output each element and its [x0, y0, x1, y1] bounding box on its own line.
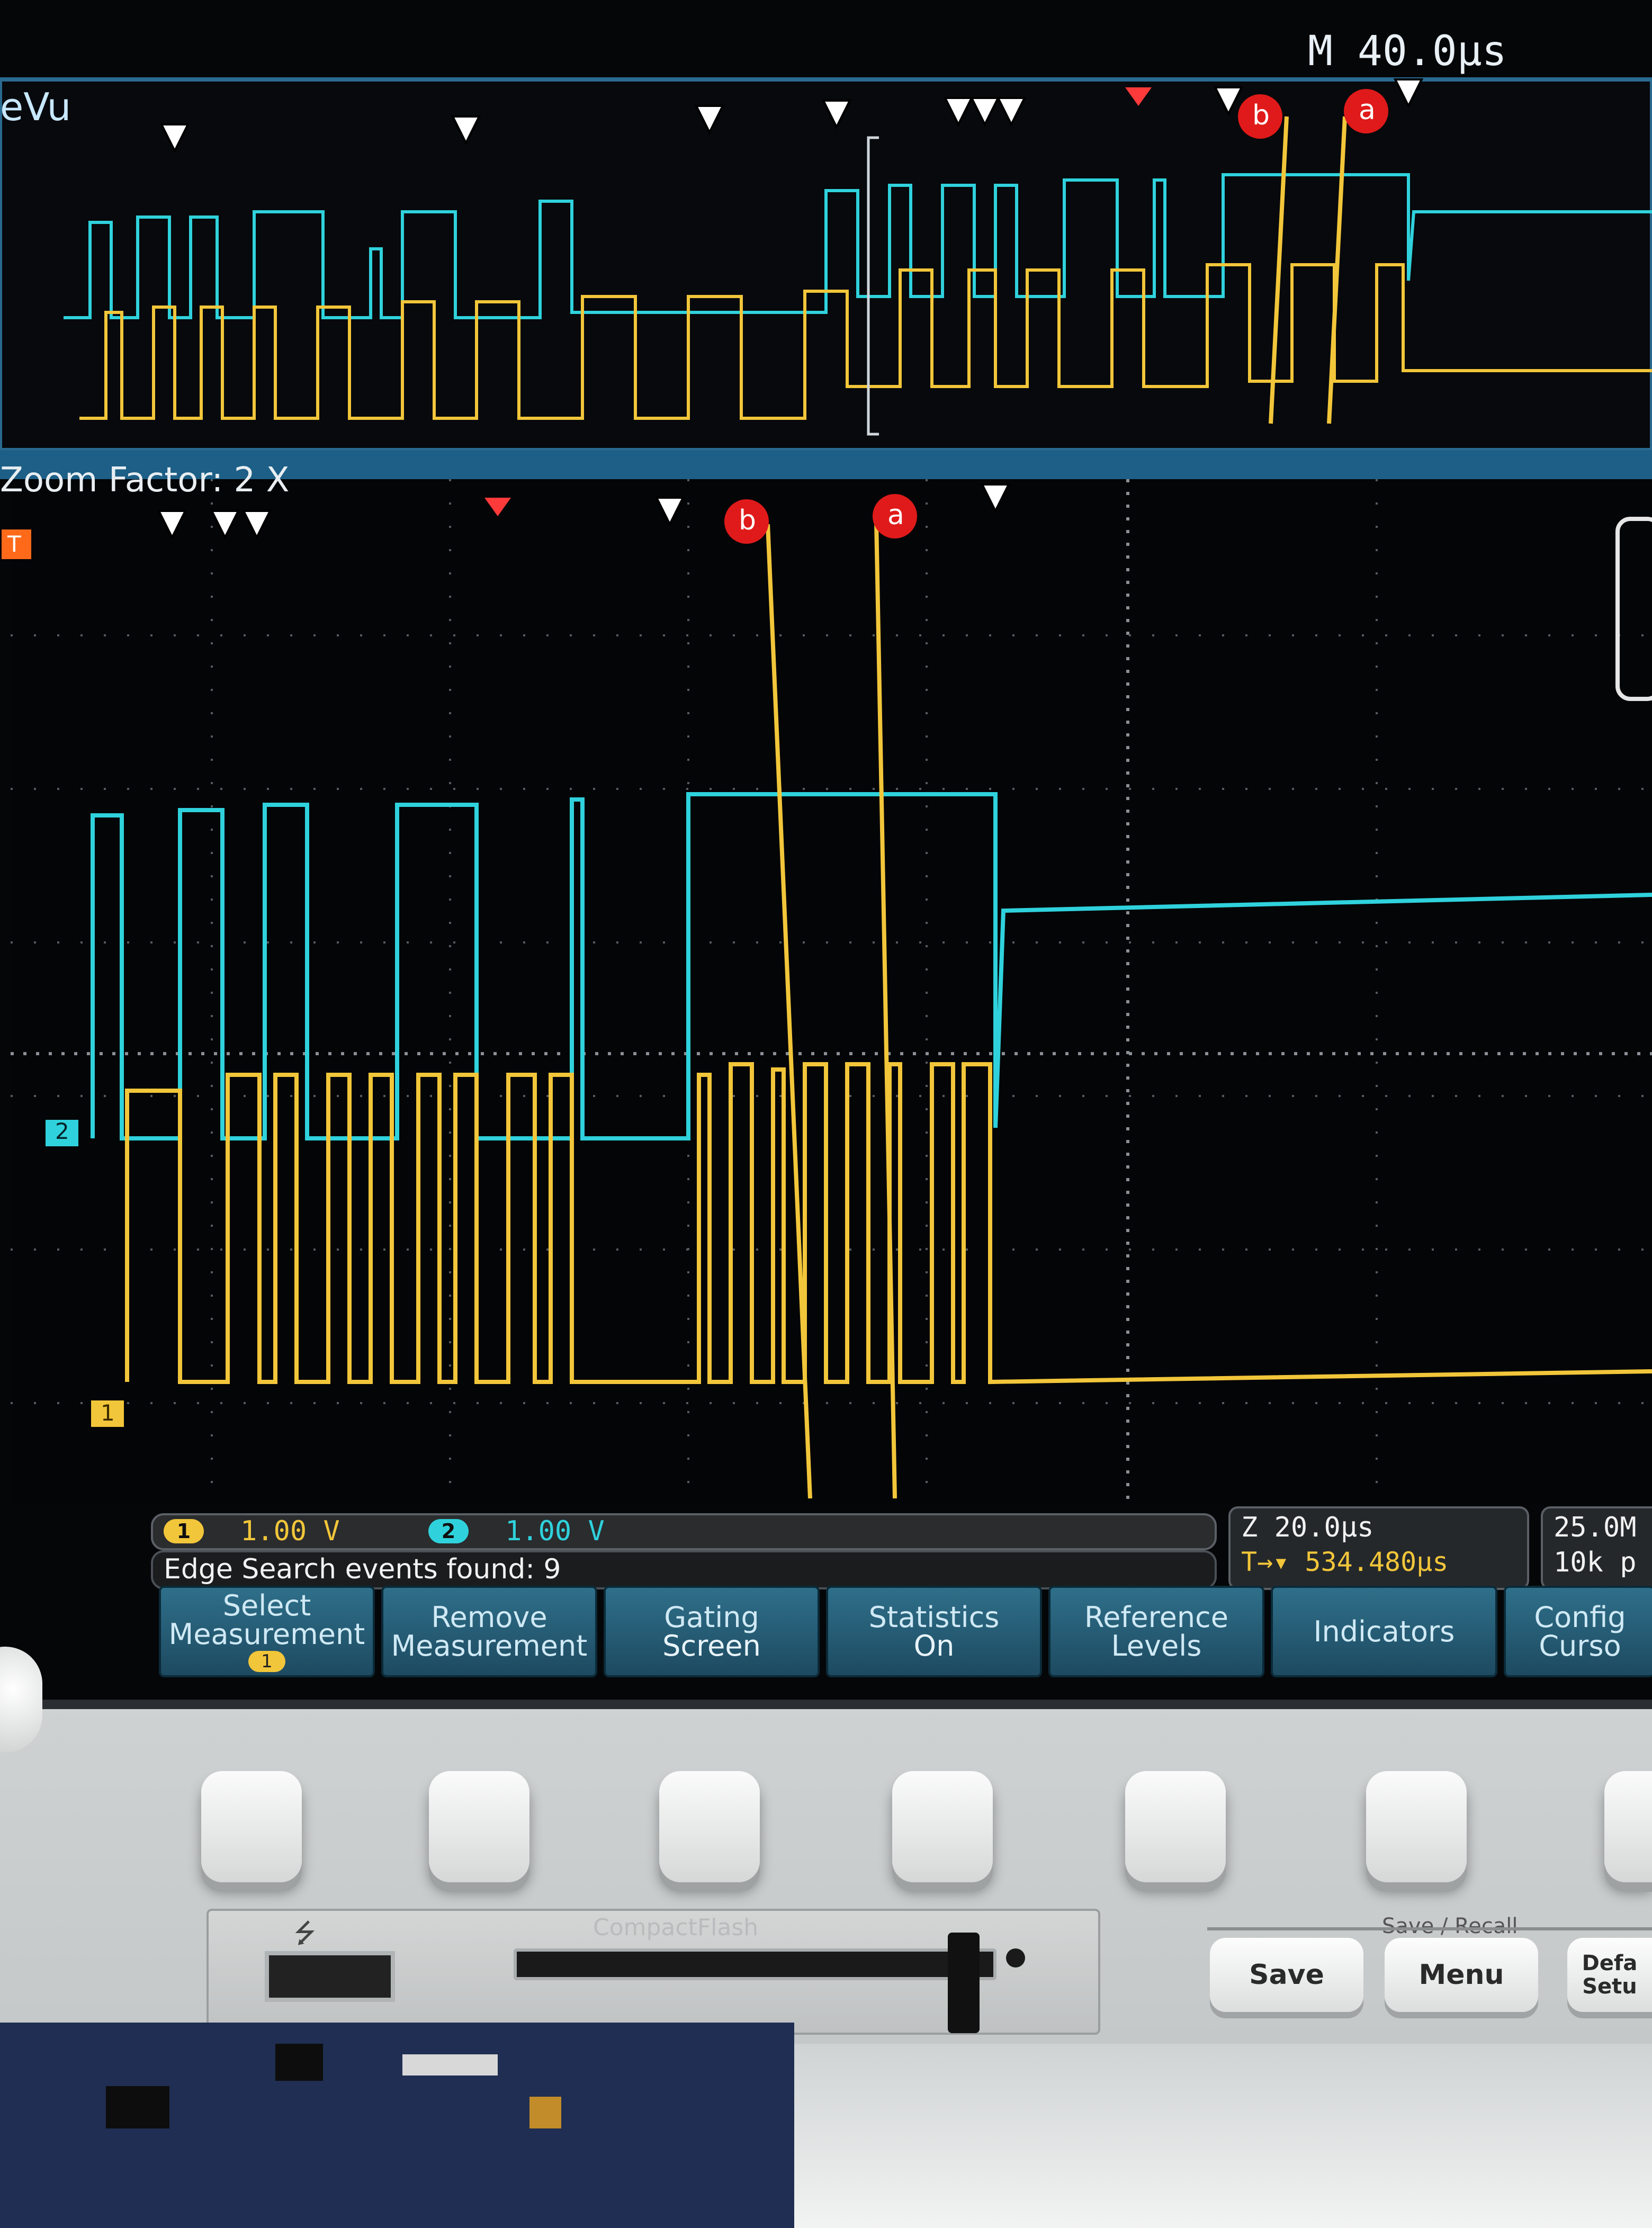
menu-reference-levels-label: Reference Levels	[1084, 1600, 1228, 1663]
ch1-badge: 1	[164, 1519, 204, 1543]
board-sma-connector	[529, 2097, 561, 2128]
zoom-cursor-a-label: a	[887, 499, 904, 531]
cf-activity-led	[1006, 1948, 1025, 1968]
menu-remove-measurement[interactable]: Remove Measurement	[381, 1586, 597, 1677]
overview-cursor-b-label: b	[1252, 100, 1270, 131]
usb-icon: ⭍	[294, 1918, 316, 1948]
menu-reference-levels[interactable]: Reference Levels	[1048, 1586, 1264, 1677]
menu-configure-cursors[interactable]: Config Curso	[1504, 1586, 1652, 1677]
wavevu-label: eVu	[0, 85, 71, 129]
search-events-bar: Edge Search events found: 9	[151, 1550, 1217, 1589]
bezel-button-1[interactable]	[201, 1771, 302, 1882]
zoom-timebase-box: Z 20.0μs T→▾ 534.480μs	[1228, 1506, 1529, 1590]
menu-gating-label: Gating	[664, 1600, 759, 1634]
save-recall-rule	[1207, 1927, 1652, 1930]
ch2-badge: 2	[428, 1519, 469, 1543]
menu-remove-measurement-label: Remove Measurement	[391, 1600, 588, 1663]
zoom-cursor-b-label: b	[739, 505, 757, 536]
desk-surface	[794, 2044, 1652, 2228]
zoom-graticule-area	[11, 479, 1652, 1504]
usb-port[interactable]	[265, 1951, 395, 2002]
trigger-offset-readout: T→▾ 534.480μs	[1241, 1547, 1449, 1577]
menu-indicators-label: Indicators	[1313, 1614, 1455, 1648]
ch2-scale-readout: 1.00 V	[505, 1515, 605, 1547]
search-events-readout: Edge Search events found: 9	[164, 1553, 561, 1585]
board-chip-1	[106, 2086, 169, 2128]
save-recall-label: Save / Recall	[1382, 1914, 1518, 1938]
scope-waveform-svg	[0, 77, 1652, 1504]
channel-scale-bar: 1 1.00 V 2 1.00 V	[151, 1513, 1217, 1550]
compactflash-label: CompactFlash	[593, 1914, 759, 1941]
menu-statistics[interactable]: Statistics On	[826, 1586, 1042, 1677]
ch2-marker-label: 2	[55, 1118, 69, 1144]
compactflash-slot[interactable]	[514, 1948, 996, 1980]
zoom-scale-readout: Z 20.0μs	[1241, 1512, 1374, 1543]
menu-statistics-label: Statistics	[868, 1600, 1000, 1634]
menu-gating[interactable]: Gating Screen	[604, 1586, 820, 1677]
compactflash-eject-lever[interactable]	[948, 1933, 980, 2033]
menu-select-measurement[interactable]: Select Measurement 1	[159, 1586, 375, 1677]
bezel-button-7[interactable]	[1604, 1771, 1652, 1882]
menu-configure-cursors-label: Config Curso	[1534, 1600, 1626, 1663]
bezel-button-5[interactable]	[1125, 1771, 1226, 1882]
bezel-button-4[interactable]	[892, 1771, 993, 1882]
overview-cursor-a-label: a	[1359, 94, 1376, 126]
menu-indicators[interactable]: Indicators	[1271, 1586, 1497, 1677]
circuit-board	[0, 2023, 794, 2228]
menu-gating-value: Screen	[662, 1629, 761, 1663]
ch1-scale-readout: 1.00 V	[240, 1515, 340, 1547]
bezel-button-2[interactable]	[429, 1771, 529, 1882]
default-setup-button[interactable]: Defa Setu	[1567, 1938, 1652, 2012]
bezel-button-3[interactable]	[659, 1771, 760, 1882]
menu-select-measurement-badge: 1	[248, 1650, 285, 1672]
save-button[interactable]: Save	[1210, 1938, 1363, 2012]
timebase-readout: M 40.0μs	[1308, 28, 1507, 75]
ch1-marker-label: 1	[101, 1400, 115, 1426]
scope-screen: M 40.0μs eVu Zoom Factor: 2 X T 2 1 b a …	[0, 0, 1652, 1709]
recall-menu-button[interactable]: Menu	[1385, 1938, 1538, 2012]
sample-rate-readout: 25.0M	[1554, 1512, 1637, 1543]
menu-statistics-value: On	[913, 1629, 955, 1663]
trigger-marker-label: T	[7, 531, 21, 557]
menu-select-measurement-label: Select Measurement	[168, 1588, 365, 1651]
record-length-readout: 10k p	[1554, 1547, 1637, 1578]
board-connector	[402, 2054, 498, 2076]
board-chip-2	[275, 2044, 323, 2081]
zoom-factor-label: Zoom Factor: 2 X	[0, 461, 290, 500]
acquisition-box: 25.0M 10k p	[1541, 1506, 1652, 1590]
bezel-button-6[interactable]	[1366, 1771, 1467, 1882]
